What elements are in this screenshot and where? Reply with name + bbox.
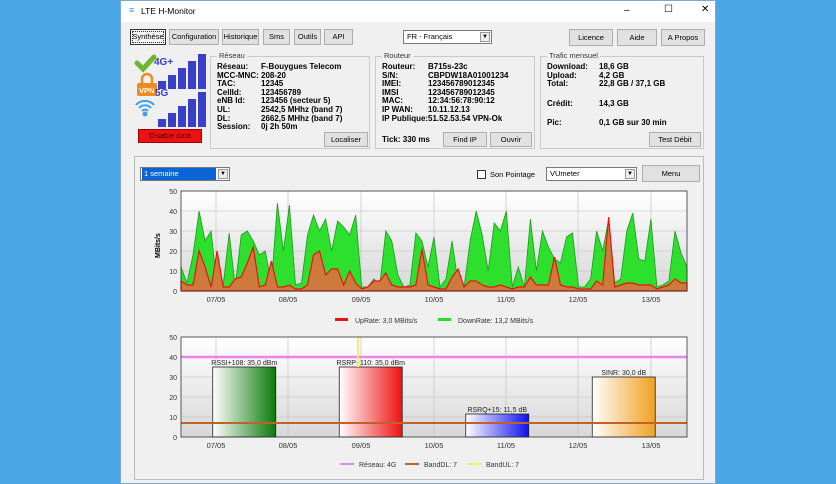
c1-ytick-label: 40 (169, 209, 177, 216)
c1-ytick-label: 30 (169, 229, 177, 236)
c2-ytick-label: 30 (169, 375, 177, 382)
signal-bar (465, 413, 530, 438)
bar-label: RSRP+110: 35,0 dBm (336, 360, 405, 367)
throughput-chart: 0 10 20 30 40 50 07/05 08/05 09/05 10/05 11/05 12/0… (155, 189, 688, 325)
c2-ytick-label: 10 (169, 415, 177, 422)
c2-xtick-label: 12/05 (569, 441, 588, 450)
legend-label: BandUL: 7 (486, 462, 519, 469)
c1-xtick-label: 09/05 (352, 295, 371, 304)
legend-label: BandDL: 7 (424, 462, 457, 469)
legend-swatch (340, 463, 354, 465)
c2-ytick-label: 0 (173, 435, 177, 442)
c1-xtick-label: 08/05 (279, 295, 298, 304)
c1-ytick-label: 10 (169, 269, 177, 276)
c2-ytick-label: 40 (169, 355, 177, 362)
bar-label: RSRQ+15: 11,5 dB (467, 407, 527, 414)
c1-xtick-label: 10/05 (425, 295, 444, 304)
signal-bar (212, 366, 277, 438)
c2-ytick-label: 50 (169, 335, 177, 342)
c1-xtick-label: 13/05 (642, 295, 661, 304)
c2-xtick-label: 08/05 (279, 441, 298, 450)
c2-xtick-label: 09/05 (352, 441, 371, 450)
legend-swatch (438, 318, 451, 321)
c1-xtick-label: 11/05 (497, 295, 515, 304)
c1-ytick-label: 0 (173, 289, 177, 296)
signal-bar (591, 376, 656, 438)
legend-label: UpRate: 3,0 MBits/s (355, 318, 418, 325)
legend-label: DownRate: 13,2 MBits/s (458, 318, 534, 325)
bar-label: RSSI+108: 35,0 dBm (211, 360, 277, 367)
signal-bar (338, 366, 403, 438)
y-axis-label: MBits/s (155, 233, 162, 258)
legend-swatch (335, 318, 348, 321)
c2-xtick-label: 11/05 (497, 441, 515, 450)
legend-swatch (467, 463, 481, 465)
c1-xtick-label: 12/05 (569, 295, 588, 304)
bar-label: SINR: 30,0 dB (601, 370, 646, 377)
c1-ytick-label: 20 (169, 249, 177, 256)
legend-swatch (405, 463, 419, 465)
c2-xtick-label: 07/05 (207, 441, 226, 450)
legend-label: Réseau: 4G (359, 462, 396, 469)
c2-xtick-label: 10/05 (425, 441, 444, 450)
signal-chart: 0 10 20 30 40 50 07/05 08/05 09/05 10/05 11/05 12/0… (169, 335, 688, 469)
charts-layer: 0 10 20 30 40 50 07/05 08/05 09/05 10/05 11/05 12/0… (155, 189, 688, 469)
c1-xtick-label: 07/05 (207, 295, 226, 304)
c2-xtick-label: 13/05 (642, 441, 661, 450)
c2-ytick-label: 20 (169, 395, 177, 402)
c1-ytick-label: 50 (169, 189, 177, 196)
